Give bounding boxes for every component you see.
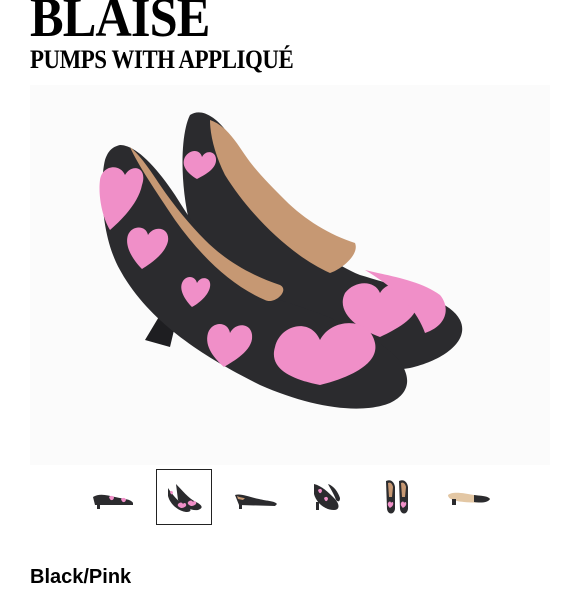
thumbnail-1[interactable] [85,469,141,525]
thumbnail-2[interactable] [156,469,212,525]
shoe-pair-angle-icon [168,484,202,512]
shoe-sole-icon [448,492,490,505]
shoe-pair-illustration [99,112,463,409]
color-name: Black/Pink [30,566,132,588]
shoe-pair-top-icon [386,480,408,514]
thumbnail-4[interactable] [298,469,354,525]
shoe-side-view-icon [93,494,133,509]
thumbnail-3[interactable] [227,469,283,525]
main-product-image[interactable] [30,85,550,465]
shoe-inner-side-icon [235,494,277,509]
product-title: BLAISE [30,0,210,49]
thumbnail-gallery [80,467,510,527]
product-subtitle: PUMPS WITH APPLIQUÉ [30,45,294,74]
shoe-front-angle-icon [314,484,340,510]
thumbnail-5[interactable] [369,469,425,525]
thumbnail-6[interactable] [440,469,496,525]
